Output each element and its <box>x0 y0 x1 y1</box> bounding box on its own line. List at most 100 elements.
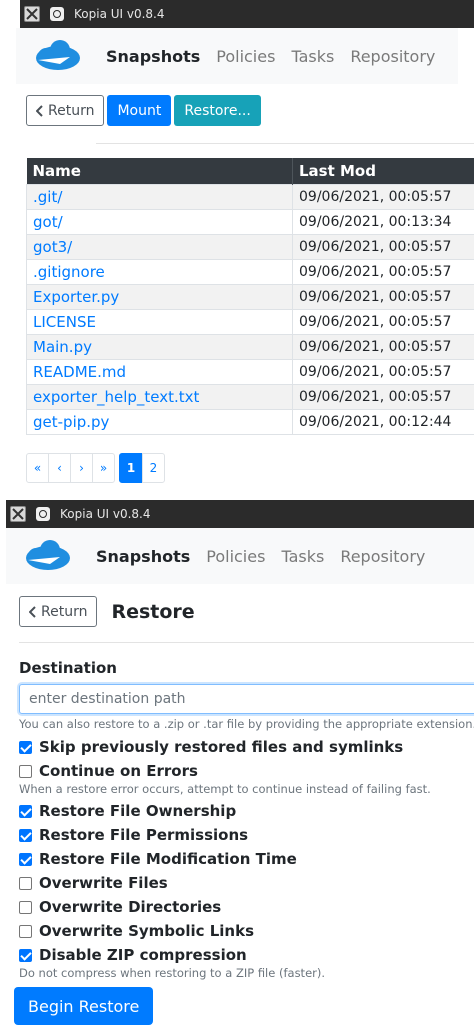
nav-snapshots[interactable]: Snapshots <box>106 47 200 66</box>
checkbox-checked[interactable] <box>19 828 32 842</box>
option-overwrite-symlinks[interactable]: Overwrite Symbolic Links <box>19 922 254 940</box>
nav-repository[interactable]: Repository <box>350 47 435 66</box>
return-button[interactable]: Return <box>19 596 98 627</box>
last-mod-cell: 09/06/2021, 00:05:57 <box>292 308 474 335</box>
last-mod-cell: 09/06/2021, 00:05:57 <box>292 283 474 310</box>
x11-app-icon <box>10 506 26 522</box>
last-mod-cell: 09/06/2021, 00:13:34 <box>292 208 474 235</box>
title-bar: Kopia UI v0.8.4 <box>20 0 474 28</box>
page-prev-button[interactable]: ‹ <box>48 453 71 483</box>
restore-button[interactable]: Restore... <box>174 95 261 126</box>
table-row: got/09/06/2021, 00:13:34 <box>26 208 474 235</box>
file-link[interactable]: .git/ <box>26 183 293 210</box>
mount-button[interactable]: Mount <box>107 95 172 126</box>
table-row: .git/09/06/2021, 00:05:57 <box>26 183 474 210</box>
pagination: « ‹ › » 1 2 <box>26 453 165 483</box>
option-overwrite-directories[interactable]: Overwrite Directories <box>19 898 221 916</box>
column-header-name[interactable]: Name <box>26 158 293 184</box>
option-restore-ownership[interactable]: Restore File Ownership <box>19 802 236 820</box>
kopia-logo-icon[interactable] <box>20 538 72 574</box>
nav-policies[interactable]: Policies <box>206 547 265 566</box>
page-last-button[interactable]: » <box>92 453 115 483</box>
option-restore-permissions[interactable]: Restore File Permissions <box>19 826 248 844</box>
restore-window: Kopia UI v0.8.4 Snapshots Policies Tasks… <box>0 500 474 1026</box>
file-link[interactable]: LICENSE <box>26 308 293 335</box>
chevron-left-icon <box>29 605 36 618</box>
begin-restore-button[interactable]: Begin Restore <box>14 987 154 1025</box>
destination-hint: You can also restore to a .zip or .tar f… <box>19 717 474 731</box>
last-mod-cell: 09/06/2021, 00:05:57 <box>292 233 474 260</box>
checkbox-unchecked[interactable] <box>19 764 32 778</box>
file-table: Name Last Mod .git/09/06/2021, 00:05:57 … <box>26 158 474 435</box>
zip-compression-hint: Do not compress when restoring to a ZIP … <box>19 966 326 980</box>
option-skip-restored[interactable]: Skip previously restored files and symli… <box>19 738 403 756</box>
file-link[interactable]: .gitignore <box>26 258 293 285</box>
destination-input[interactable] <box>19 684 474 714</box>
file-link[interactable]: exporter_help_text.txt <box>26 383 293 410</box>
file-link[interactable]: README.md <box>26 358 293 385</box>
table-row: Exporter.py 09/06/2021, 00:05:57 <box>26 283 474 310</box>
destination-label: Destination <box>19 659 117 677</box>
last-mod-cell: 09/06/2021, 00:05:57 <box>292 383 474 410</box>
option-label: Skip previously restored files and symli… <box>39 738 404 756</box>
table-row: got3/09/06/2021, 00:05:57 <box>26 233 474 260</box>
nav-tasks[interactable]: Tasks <box>281 547 324 566</box>
column-header-last-mod[interactable]: Last Mod <box>292 158 474 184</box>
checkbox-checked[interactable] <box>19 948 32 962</box>
option-label: Overwrite Files <box>39 874 168 892</box>
table-row: exporter_help_text.txt 09/06/2021, 00:05:… <box>26 383 474 410</box>
table-row: LICENSE 09/06/2021, 00:05:57 <box>26 308 474 335</box>
nav-policies[interactable]: Policies <box>216 47 275 66</box>
checkbox-unchecked[interactable] <box>19 924 32 938</box>
option-label: Restore File Permissions <box>39 826 249 844</box>
window-title: Kopia UI v0.8.4 <box>74 7 165 21</box>
option-disable-zip-compression[interactable]: Disable ZIP compression <box>19 946 247 964</box>
nav-snapshots[interactable]: Snapshots <box>96 547 190 566</box>
file-link[interactable]: got/ <box>26 208 293 235</box>
restore-header: Return Restore <box>19 596 195 627</box>
checkbox-checked[interactable] <box>19 804 32 818</box>
divider <box>96 143 474 144</box>
option-label: Overwrite Symbolic Links <box>39 922 254 940</box>
table-row: Main.py 09/06/2021, 00:05:57 <box>26 333 474 360</box>
file-link[interactable]: Exporter.py <box>26 283 293 310</box>
page-1-button[interactable]: 1 <box>119 453 143 483</box>
return-button[interactable]: Return <box>26 95 105 126</box>
last-mod-cell: 09/06/2021, 00:05:57 <box>292 258 474 285</box>
page-2-button[interactable]: 2 <box>142 453 165 483</box>
kopia-app-icon <box>36 507 50 521</box>
file-link[interactable]: Main.py <box>26 333 293 360</box>
checkbox-unchecked[interactable] <box>19 876 32 890</box>
continue-on-errors-hint: When a restore error occurs, attempt to … <box>19 782 431 796</box>
nav-tasks[interactable]: Tasks <box>291 47 334 66</box>
checkbox-checked[interactable] <box>19 852 32 866</box>
file-link[interactable]: get-pip.py <box>26 408 293 435</box>
option-label: Disable ZIP compression <box>39 946 247 964</box>
option-continue-on-errors[interactable]: Continue on Errors <box>19 762 198 780</box>
last-mod-cell: 09/06/2021, 00:05:57 <box>292 358 474 385</box>
window-title: Kopia UI v0.8.4 <box>60 507 151 521</box>
page-next-button[interactable]: › <box>70 453 93 483</box>
checkbox-checked[interactable] <box>19 740 32 754</box>
return-label: Return <box>41 603 88 620</box>
checkbox-unchecked[interactable] <box>19 900 32 914</box>
return-label: Return <box>48 102 95 119</box>
option-overwrite-files[interactable]: Overwrite Files <box>19 874 168 892</box>
page-title: Restore <box>111 600 195 623</box>
table-row: get-pip.py 09/06/2021, 00:12:44 <box>26 408 474 435</box>
last-mod-cell: 09/06/2021, 00:12:44 <box>292 408 474 435</box>
kopia-logo-icon[interactable] <box>30 38 82 74</box>
navbar: Snapshots Policies Tasks Repository <box>16 28 458 84</box>
snapshot-browser-window: Kopia UI v0.8.4 Snapshots Policies Tasks… <box>0 0 474 488</box>
browse-toolbar: Return Mount Restore... <box>26 95 261 126</box>
page-first-button[interactable]: « <box>26 453 49 483</box>
option-label: Continue on Errors <box>39 762 198 780</box>
file-link[interactable]: got3/ <box>26 233 293 260</box>
option-label: Restore File Modification Time <box>39 850 297 868</box>
option-label: Overwrite Directories <box>39 898 222 916</box>
nav-repository[interactable]: Repository <box>340 547 425 566</box>
option-label: Restore File Ownership <box>39 802 237 820</box>
option-restore-mod-time[interactable]: Restore File Modification Time <box>19 850 297 868</box>
divider <box>19 642 474 643</box>
table-row: README.md 09/06/2021, 00:05:57 <box>26 358 474 385</box>
